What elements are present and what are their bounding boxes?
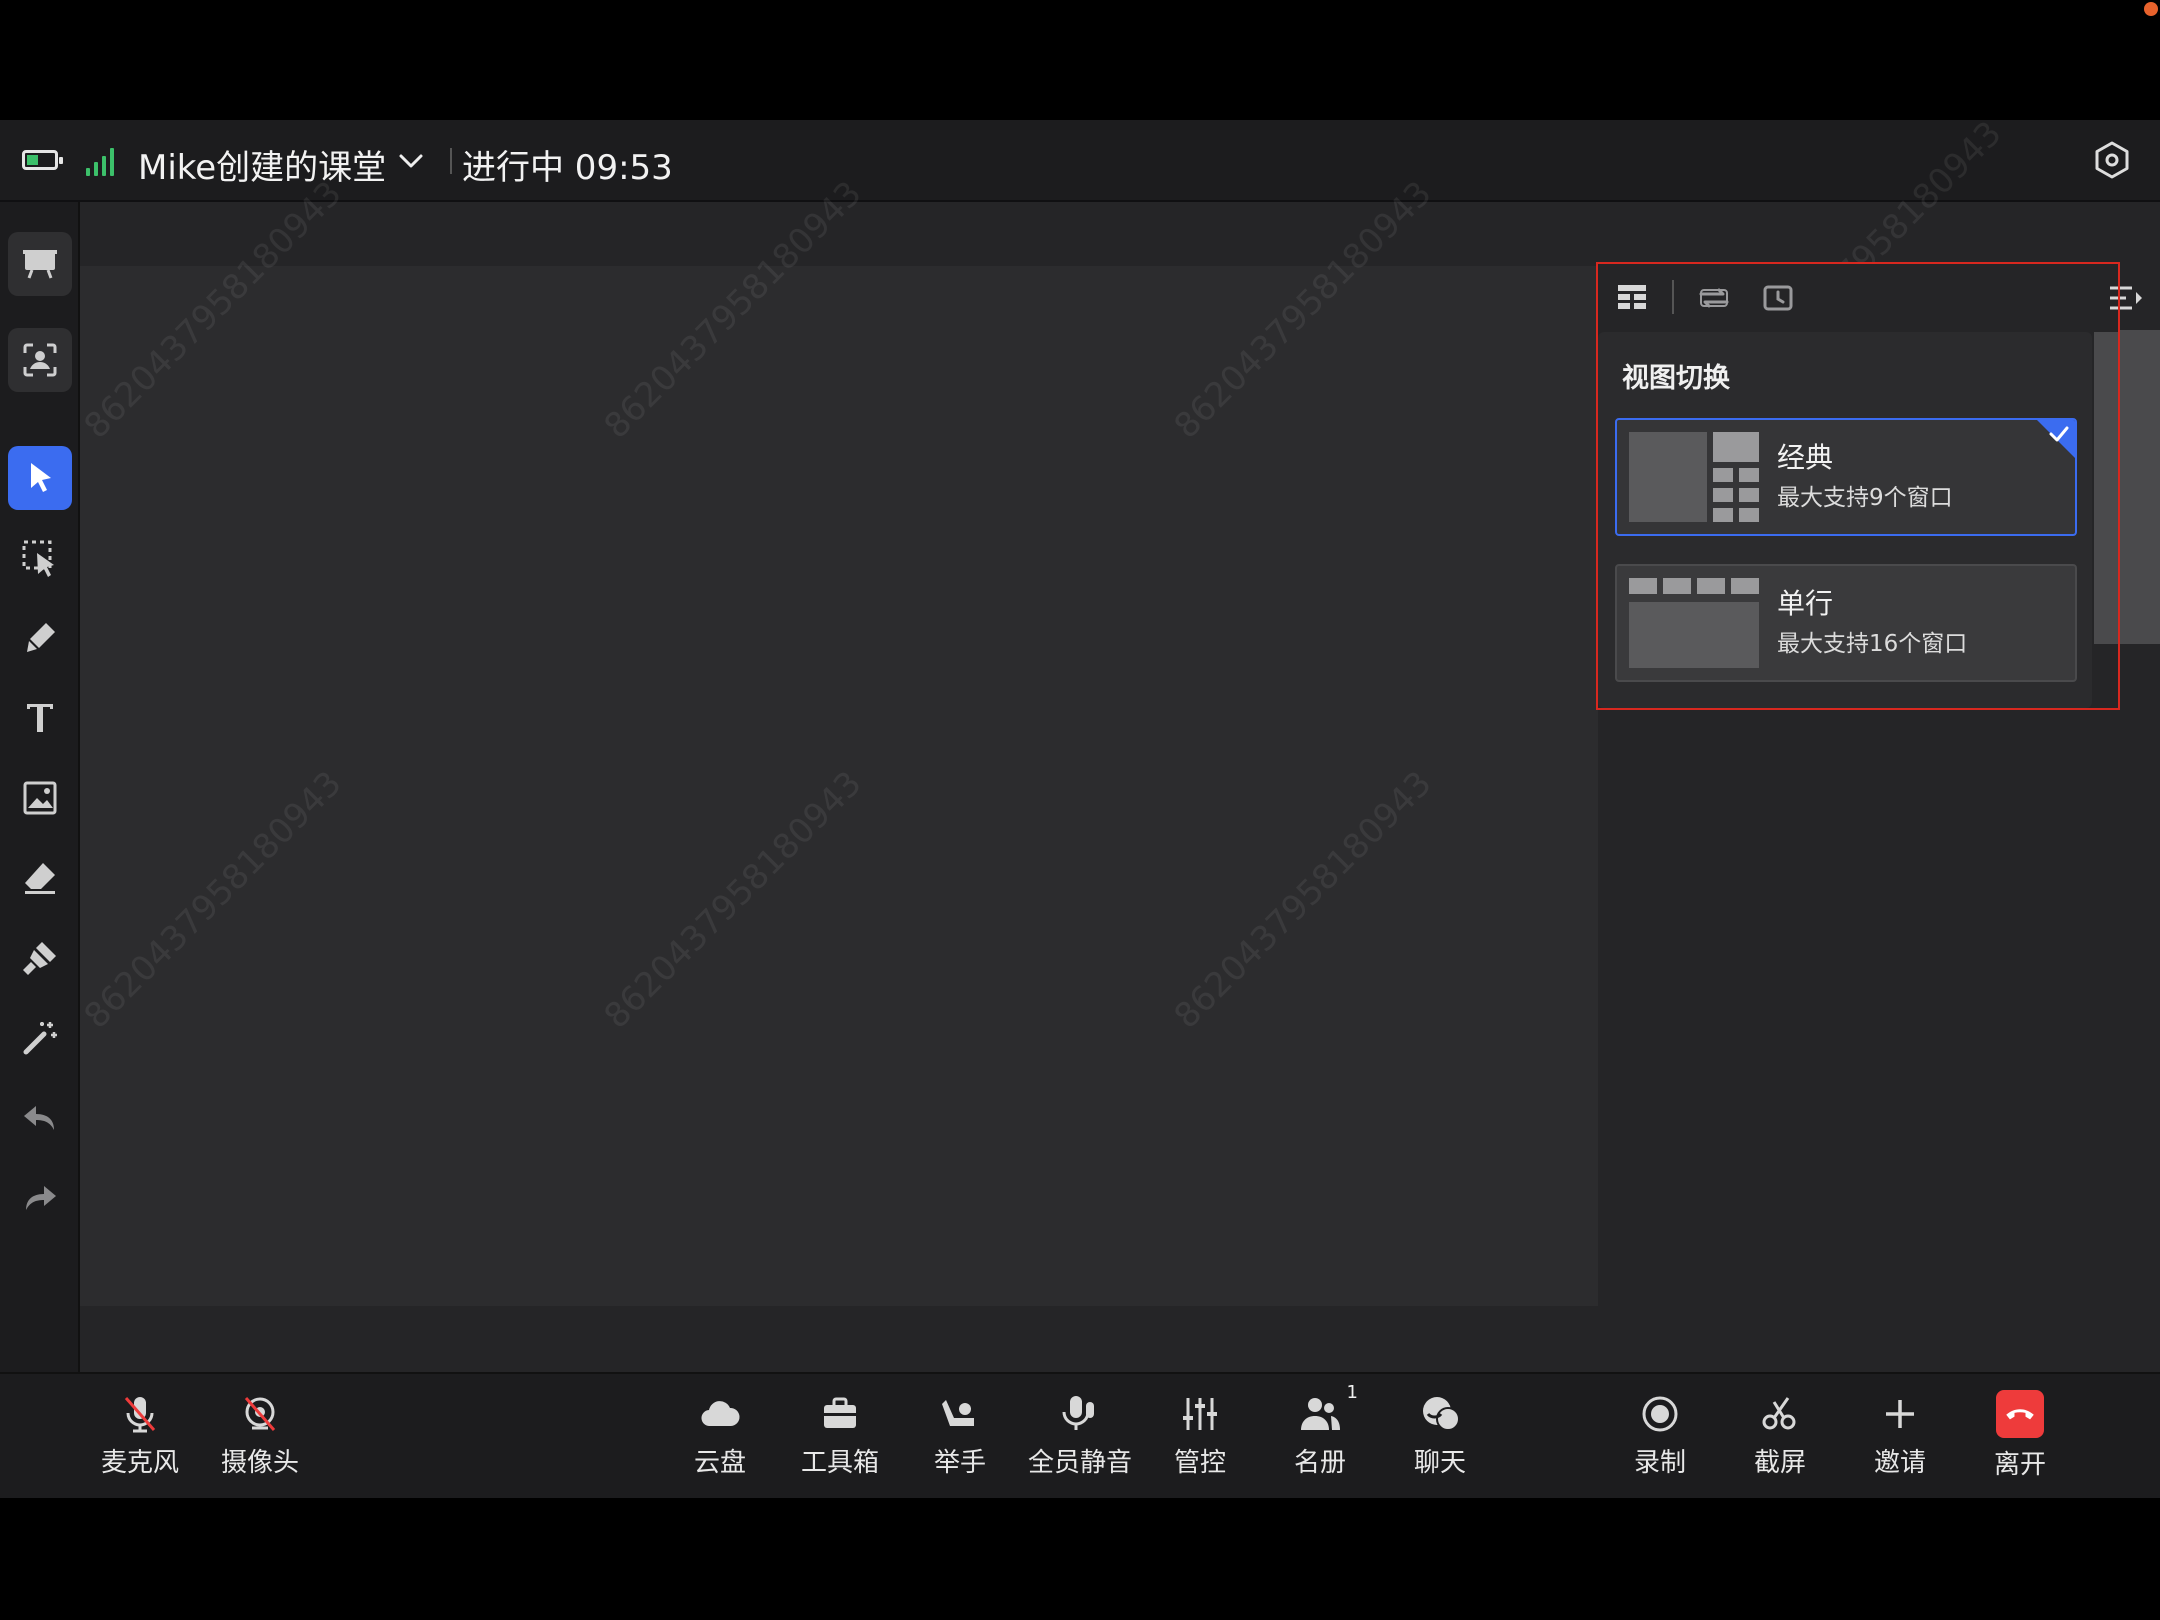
tool-face-scan[interactable]	[8, 328, 72, 392]
chat-button[interactable]: 聊天	[1385, 1388, 1495, 1488]
mic-label: 麦克风	[100, 1448, 179, 1478]
recording-indicator	[2144, 2, 2158, 16]
undo-icon	[24, 1106, 54, 1130]
face-scan-icon	[23, 343, 57, 377]
tool-presentation[interactable]	[8, 232, 72, 296]
class-status: 进行中 09:53	[462, 148, 673, 188]
tool-image[interactable]	[8, 766, 72, 830]
brush-icon	[23, 942, 56, 975]
record-label: 录制	[1633, 1448, 1686, 1478]
chat-label: 聊天	[1413, 1448, 1466, 1478]
mute-all-icon	[1062, 1396, 1094, 1430]
class-title[interactable]: Mike创建的课堂	[138, 140, 386, 189]
cloud-icon	[701, 1401, 740, 1427]
camera-label: 摄像头	[220, 1448, 299, 1478]
screenshot-label: 截屏	[1753, 1448, 1806, 1478]
tool-pointer[interactable]	[8, 446, 72, 510]
plus-icon	[1886, 1400, 1914, 1428]
mute-all-label: 全员静音	[1027, 1448, 1132, 1478]
scissors-icon	[1762, 1397, 1796, 1430]
toolbox-icon	[824, 1397, 856, 1428]
leave-label: 离开	[1993, 1450, 2046, 1480]
battery-icon	[22, 150, 63, 170]
leave-button[interactable]: 离开	[1965, 1388, 2075, 1488]
tool-laser-pointer[interactable]	[8, 1006, 72, 1070]
camera-button[interactable]: 摄像头	[205, 1388, 315, 1488]
tool-redo[interactable]	[8, 1166, 72, 1230]
tool-brush[interactable]	[8, 926, 72, 990]
laser-pointer-icon	[23, 1022, 57, 1055]
tool-eraser[interactable]	[8, 846, 72, 910]
cloud-button[interactable]: 云盘	[665, 1388, 775, 1488]
signal-icon	[86, 146, 118, 176]
chevron-down-icon[interactable]	[396, 148, 426, 174]
raise-hand-label: 举手	[933, 1448, 986, 1478]
tool-pen[interactable]	[8, 606, 72, 670]
image-icon	[23, 781, 57, 815]
roster-count: 1	[1346, 1382, 1358, 1403]
roster-label: 名册	[1293, 1448, 1346, 1478]
hang-up-icon	[2006, 1409, 2034, 1420]
raise-hand-icon	[942, 1400, 974, 1426]
pen-icon	[27, 623, 55, 652]
mic-off-icon	[124, 1397, 156, 1433]
top-status-area	[0, 0, 2160, 120]
chat-icon	[1423, 1397, 1460, 1431]
camera-off-icon	[244, 1397, 276, 1431]
manage-button[interactable]: 管控	[1145, 1388, 1255, 1488]
eraser-icon	[25, 863, 55, 894]
roster-icon	[1301, 1398, 1340, 1430]
sliders-icon	[1183, 1398, 1217, 1430]
toolbox-label: 工具箱	[800, 1448, 879, 1478]
tool-undo[interactable]	[8, 1086, 72, 1150]
raise-hand-button[interactable]: 举手	[905, 1388, 1015, 1488]
record-button[interactable]: 录制	[1605, 1388, 1715, 1488]
presentation-icon	[23, 250, 57, 279]
mute-all-button[interactable]: 全员静音	[1025, 1388, 1135, 1488]
bottom-bezel	[0, 1498, 2160, 1620]
cloud-label: 云盘	[693, 1448, 746, 1478]
redo-icon	[26, 1186, 56, 1210]
screenshot-button[interactable]: 截屏	[1725, 1388, 1835, 1488]
record-icon	[1642, 1396, 1678, 1432]
toolbox-button[interactable]: 工具箱	[785, 1388, 895, 1488]
text-icon	[27, 704, 53, 732]
tool-lasso-select[interactable]	[8, 526, 72, 590]
invite-button[interactable]: 邀请	[1845, 1388, 1955, 1488]
lasso-select-icon	[22, 540, 54, 577]
manage-label: 管控	[1173, 1448, 1226, 1478]
invite-label: 邀请	[1873, 1448, 1926, 1478]
left-toolbar	[0, 202, 80, 1372]
mic-button[interactable]: 麦克风	[85, 1388, 195, 1488]
tool-text[interactable]	[8, 686, 72, 750]
settings-hexagon-icon[interactable]	[2092, 140, 2132, 180]
header-divider	[450, 148, 452, 174]
pointer-icon	[31, 463, 51, 492]
highlight-box	[1596, 262, 2120, 710]
roster-button[interactable]: 1 名册	[1265, 1382, 1375, 1488]
